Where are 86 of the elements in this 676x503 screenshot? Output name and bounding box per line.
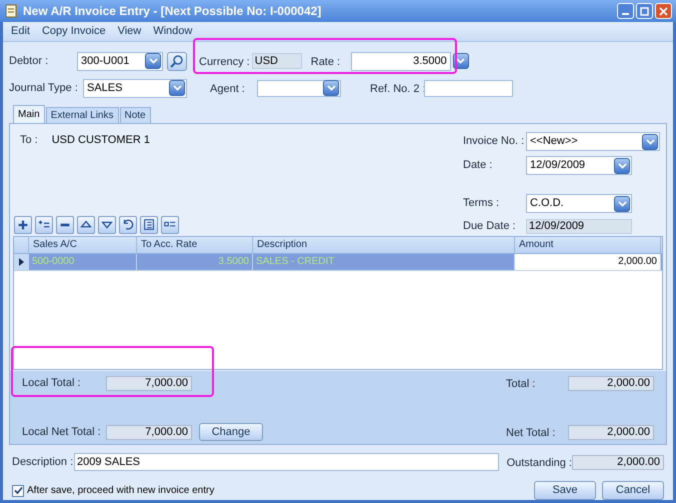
- toolbar-button[interactable]: [98, 216, 116, 234]
- dropdown-button[interactable]: [323, 80, 339, 96]
- tab[interactable]: External Links: [46, 107, 118, 123]
- minimize-button[interactable]: [617, 3, 634, 19]
- undo-icon: [121, 218, 135, 232]
- field-label: Total :: [506, 378, 536, 390]
- dropdown-button[interactable]: [642, 134, 658, 150]
- description-field[interactable]: 2009 SALES: [74, 453, 499, 471]
- field-label: Local Total :: [22, 376, 82, 391]
- journal-type-combo[interactable]: SALES: [83, 78, 187, 98]
- plus-icon: [16, 218, 30, 232]
- ref-no-field[interactable]: [424, 80, 513, 96]
- toolbar-button[interactable]: [35, 216, 53, 234]
- column-header[interactable]: Description: [253, 237, 515, 253]
- local-net-total-field: 7,000.00: [106, 424, 192, 440]
- field-label: Terms :: [463, 196, 500, 212]
- chevron-down-icon: [172, 85, 182, 91]
- chevron-down-icon: [618, 162, 626, 168]
- outstanding-field: 2,000.00: [572, 454, 664, 470]
- field-label: Journal Type :: [9, 80, 79, 96]
- local-total-field: 7,000.00: [106, 376, 192, 390]
- maximize-icon: [640, 6, 649, 16]
- close-icon: [659, 6, 668, 16]
- due-date-field: 12/09/2009: [526, 218, 632, 234]
- toolbar-button[interactable]: [161, 216, 179, 234]
- change-button[interactable]: Change: [199, 423, 263, 441]
- table-cell: 500-0000: [29, 254, 137, 270]
- tab[interactable]: Main: [13, 105, 45, 123]
- checkbox-label: After save, proceed with new invoice entry: [27, 484, 214, 498]
- net-total-field: 2,000.00: [568, 424, 654, 440]
- chevron-down-icon: [618, 200, 626, 206]
- table-cell: 2,000.00: [515, 254, 661, 270]
- column-header[interactable]: To Acc. Rate: [137, 237, 253, 253]
- cancel-button[interactable]: Cancel: [602, 481, 664, 500]
- field-label: Outstanding :: [506, 457, 572, 469]
- customer-name: USD CUSTOMER 1: [52, 133, 150, 148]
- window-title: New A/R Invoice Entry - [Next Possible No: I-000042]: [23, 3, 322, 20]
- field-label: Currency :: [199, 56, 250, 68]
- dropdown-field[interactable]: 12/09/2009: [526, 156, 632, 175]
- agent-combo[interactable]: [257, 80, 341, 96]
- chevron-down-icon: [646, 138, 654, 144]
- field-label: Description :: [12, 454, 74, 470]
- minimize-icon: [622, 13, 629, 15]
- dropdown-field[interactable]: C.O.D.: [526, 194, 632, 213]
- dropdown-button[interactable]: [614, 196, 630, 212]
- total-field: 2,000.00: [568, 376, 654, 390]
- checkbox[interactable]: [12, 484, 24, 496]
- dropdown-button[interactable]: [145, 53, 161, 69]
- dropdown-field[interactable]: <<New>>: [526, 132, 660, 151]
- rate-field[interactable]: 3.5000: [350, 52, 451, 70]
- column-header[interactable]: Amount: [515, 237, 661, 253]
- toolbar-button[interactable]: [56, 216, 74, 234]
- column-header[interactable]: Sales A/C: [29, 237, 137, 253]
- debtor-combo[interactable]: 300-U001: [77, 52, 163, 70]
- chevron-down-icon: [326, 85, 336, 91]
- menu-item[interactable]: Window: [153, 23, 192, 40]
- field-label: Net Total :: [506, 427, 556, 439]
- dropdown-button[interactable]: [169, 80, 185, 96]
- field-label: To :: [20, 133, 38, 148]
- field-label: Rate :: [310, 56, 340, 68]
- field-label: Due Date :: [463, 219, 517, 234]
- currency-field: USD: [252, 53, 302, 69]
- toolbar-button[interactable]: [119, 216, 137, 234]
- menu-item[interactable]: View: [118, 23, 142, 40]
- toolbar-button[interactable]: [77, 216, 95, 234]
- search-button[interactable]: [167, 52, 187, 70]
- field-label: Date :: [463, 158, 494, 174]
- maximize-button[interactable]: [636, 3, 653, 19]
- chevron-down-icon: [148, 58, 158, 64]
- field-label: Local Net Total :: [22, 424, 102, 440]
- document-icon: [4, 4, 18, 18]
- toolbar-button[interactable]: [140, 216, 158, 234]
- list-icon: [142, 218, 156, 232]
- menu-item[interactable]: Copy Invoice: [42, 23, 106, 40]
- chevron-down-icon: [456, 58, 466, 64]
- dropdown-button[interactable]: [614, 158, 630, 174]
- field-label: Invoice No. :: [463, 134, 526, 150]
- toolbar-button[interactable]: [14, 216, 32, 234]
- field-label: Agent :: [210, 83, 245, 95]
- table-cell: 3.5000: [137, 254, 253, 270]
- search-icon: [170, 54, 184, 68]
- field-label: Debtor :: [9, 54, 50, 69]
- close-button[interactable]: [655, 3, 672, 19]
- tab[interactable]: Note: [120, 107, 151, 123]
- save-button[interactable]: Save: [534, 481, 596, 500]
- menu-item[interactable]: Edit: [11, 23, 30, 40]
